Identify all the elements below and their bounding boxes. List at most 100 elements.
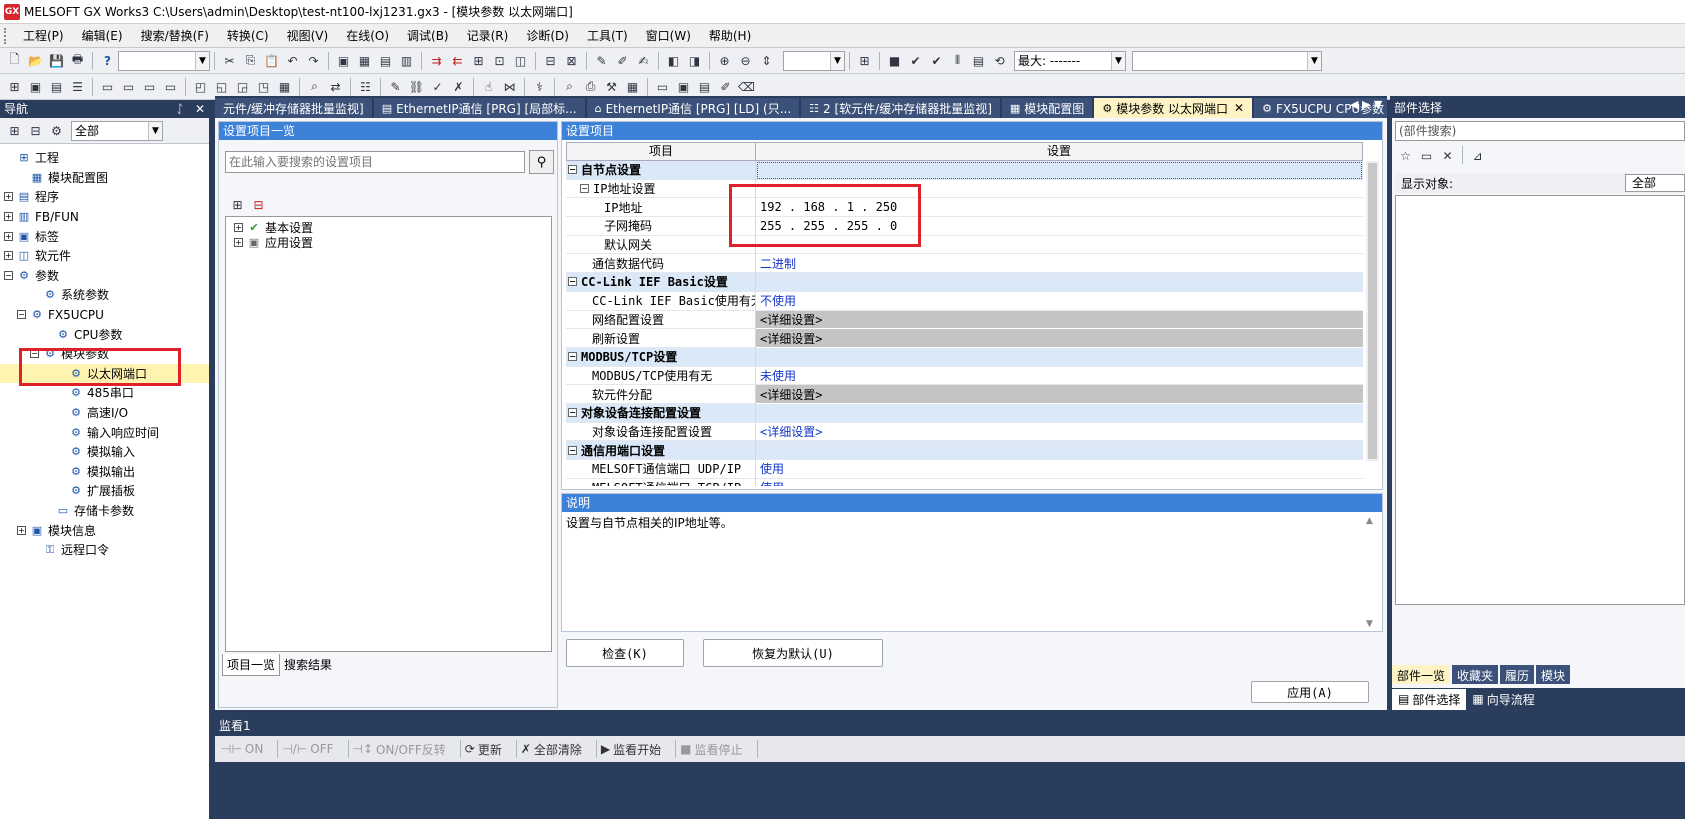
edit-icon[interactable]: ✐ (716, 77, 735, 96)
settings-row[interactable]: IP地址 192 . 168 . 1 . 250 (566, 198, 1363, 218)
dev-2-icon[interactable]: ◱ (212, 77, 231, 96)
frame-icon[interactable]: ▭ (653, 77, 672, 96)
read-plc-icon[interactable]: ⇇ (448, 51, 467, 70)
check-circle-2-icon[interactable]: ✔ (927, 51, 946, 70)
toolbar-combo-1[interactable]: ▼ (118, 50, 210, 71)
document-tab[interactable]: ⌂ EthernetIP通信 [PRG] [LD] (只... (586, 98, 800, 118)
device-batch-icon[interactable]: ⊠ (562, 51, 581, 70)
nav-tree-item[interactable]: + ▤ 程序 (0, 187, 209, 207)
search-icon[interactable]: ⌕ (560, 77, 579, 96)
apply-button[interactable]: 应用(A) (1251, 681, 1369, 703)
scroll-up-icon[interactable]: ▲ (1366, 516, 1373, 526)
verify-plc-icon[interactable]: ⊞ (469, 51, 488, 70)
nav-tree-item[interactable]: − ⚙ FX5UCPU (0, 305, 209, 325)
close-icon[interactable]: ✕ (195, 102, 205, 116)
print-icon[interactable]: 🖶 (68, 51, 87, 70)
collapse-icon[interactable]: − (17, 310, 26, 320)
settings-row[interactable]: − 对象设备连接配置设置 (566, 403, 1363, 423)
collapse-icon[interactable]: − (568, 277, 577, 287)
replace-device-icon[interactable]: ⇄ (326, 77, 345, 96)
ladder-icon[interactable]: ⊞ (5, 77, 24, 96)
menu-diagnostics[interactable]: 诊断(D) (517, 25, 578, 47)
save-icon[interactable]: 💾 (47, 51, 66, 70)
print-preview-icon[interactable]: ⎙ (581, 77, 600, 96)
settings-row[interactable]: − MODBUS/TCP设置 (566, 347, 1363, 367)
split-icon[interactable]: ⫴ (948, 51, 967, 70)
nav-tree-item[interactable]: ▭ 存储卡参数 (0, 501, 209, 521)
nav-filter-select[interactable]: 全部 ▼ (71, 120, 163, 141)
window-2-icon[interactable]: ◨ (685, 51, 704, 70)
tree-expand-icon[interactable]: ⊟ (26, 121, 45, 140)
nav-tree-item[interactable]: ⚙ 高速I/O (0, 403, 209, 423)
copy-icon[interactable]: ⎘ (241, 51, 260, 70)
convert-all-icon[interactable]: ▦ (355, 51, 374, 70)
tab-wizard-flow[interactable]: ▦ 向导流程 (1466, 689, 1540, 710)
device-list-icon[interactable]: ☰ (68, 77, 87, 96)
document-tab[interactable]: ⚙ 模块参数 以太网端口 ✕ (1094, 98, 1253, 118)
settings-row[interactable]: MELSOFT通信端口 UDP/IP 使用 (566, 460, 1363, 479)
collapse-icon[interactable]: − (4, 270, 13, 280)
paste-icon[interactable]: 📋 (262, 51, 281, 70)
zoom-fit-icon[interactable]: ⇕ (757, 51, 776, 70)
settings-row[interactable]: 子网掩码 255 . 255 . 255 . 0 (566, 217, 1363, 236)
settings-row[interactable]: − CC-Link IEF Basic设置 (566, 273, 1363, 292)
watch-button[interactable]: ✗ 全部清除 (521, 741, 582, 758)
statement-icon[interactable]: ✐ (613, 51, 632, 70)
zoom-combo[interactable]: ▼ (783, 50, 845, 71)
menu-debug[interactable]: 调试(B) (398, 25, 458, 47)
document-tab[interactable]: 元件/缓冲存储器批量监视] (215, 98, 372, 118)
settings-item-value[interactable]: <详细设置> (756, 423, 1363, 442)
settings-item-value[interactable]: 未使用 (756, 367, 1363, 386)
note-icon[interactable]: ✍ (634, 51, 653, 70)
collapse-icon[interactable]: − (580, 184, 589, 194)
window-a-icon[interactable]: ▭ (98, 77, 117, 96)
restore-default-button[interactable]: 恢复为默认(U) (703, 639, 883, 667)
collapse-icon[interactable]: − (568, 165, 577, 175)
menu-online[interactable]: 在线(O) (337, 25, 398, 47)
expand-icon[interactable]: + (4, 212, 13, 222)
document-tab[interactable]: ▦ 模块配置图 (1001, 98, 1093, 118)
nav-tree-item[interactable]: ⚿ 远程口令 (0, 540, 209, 560)
settings-row[interactable]: 默认网关 (566, 235, 1363, 255)
tree-item-app-settings[interactable]: + ▣ 应用设置 (234, 235, 551, 250)
menu-view[interactable]: 视图(V) (278, 25, 338, 47)
list-icon[interactable]: ☷ (356, 77, 375, 96)
settings-item-value[interactable]: 使用 (756, 479, 1363, 486)
menu-project[interactable]: 工程(P) (14, 25, 73, 47)
settings-row[interactable]: − 自节点设置 (566, 161, 1363, 180)
check-icon[interactable]: ✓ (428, 77, 447, 96)
stop-square-icon[interactable]: ■ (885, 51, 904, 70)
open-folder-icon[interactable]: 📂 (26, 51, 45, 70)
window-b-icon[interactable]: ▭ (119, 77, 138, 96)
watch-icon[interactable]: ⊟ (541, 51, 560, 70)
check-circle-icon[interactable]: ✔ (906, 51, 925, 70)
tab-favorites[interactable]: 收藏夹 (1452, 665, 1499, 684)
collapse-icon[interactable]: − (568, 352, 577, 362)
settings-row[interactable]: 网络配置设置 <详细设置> (566, 310, 1363, 330)
watch-button[interactable]: ⊣⊢ ON (221, 742, 263, 756)
settings-row[interactable]: CC-Link IEF Basic使用有无 不使用 (566, 291, 1363, 311)
redo-icon[interactable]: ↷ (304, 51, 323, 70)
nav-tree-item[interactable]: ⚙ 485串口 (0, 383, 209, 403)
settings-row[interactable]: 对象设备连接配置设置 <详细设置> (566, 422, 1363, 442)
expand-icon[interactable]: + (4, 231, 13, 241)
settings-row[interactable]: − IP地址设置 (566, 179, 1363, 199)
scroll-down-icon[interactable]: ▼ (1366, 619, 1373, 629)
link-icon[interactable]: ⛓ (407, 77, 426, 96)
menu-help[interactable]: 帮助(H) (700, 25, 760, 47)
menu-convert[interactable]: 转换(C) (218, 25, 278, 47)
remote-op-icon[interactable]: ⊡ (490, 51, 509, 70)
pin-icon[interactable]: ᛇ (176, 102, 183, 116)
window-c-icon[interactable]: ▭ (140, 77, 159, 96)
frame-3-icon[interactable]: ▤ (695, 77, 714, 96)
settings-scrollbar[interactable] (1366, 161, 1379, 461)
expand-icon[interactable]: + (234, 238, 243, 247)
zoom-out-icon[interactable]: ⊖ (736, 51, 755, 70)
expand-icon[interactable]: + (4, 192, 13, 202)
settings-item-value[interactable]: 使用 (756, 460, 1363, 479)
binoculars-icon[interactable]: ⚲ (529, 150, 554, 174)
table-icon[interactable]: ▦ (623, 77, 642, 96)
expand-icon[interactable]: + (4, 251, 13, 261)
menu-record[interactable]: 记录(R) (458, 25, 518, 47)
tree-item-basic-settings[interactable]: + ✔ 基本设置 (234, 220, 551, 235)
